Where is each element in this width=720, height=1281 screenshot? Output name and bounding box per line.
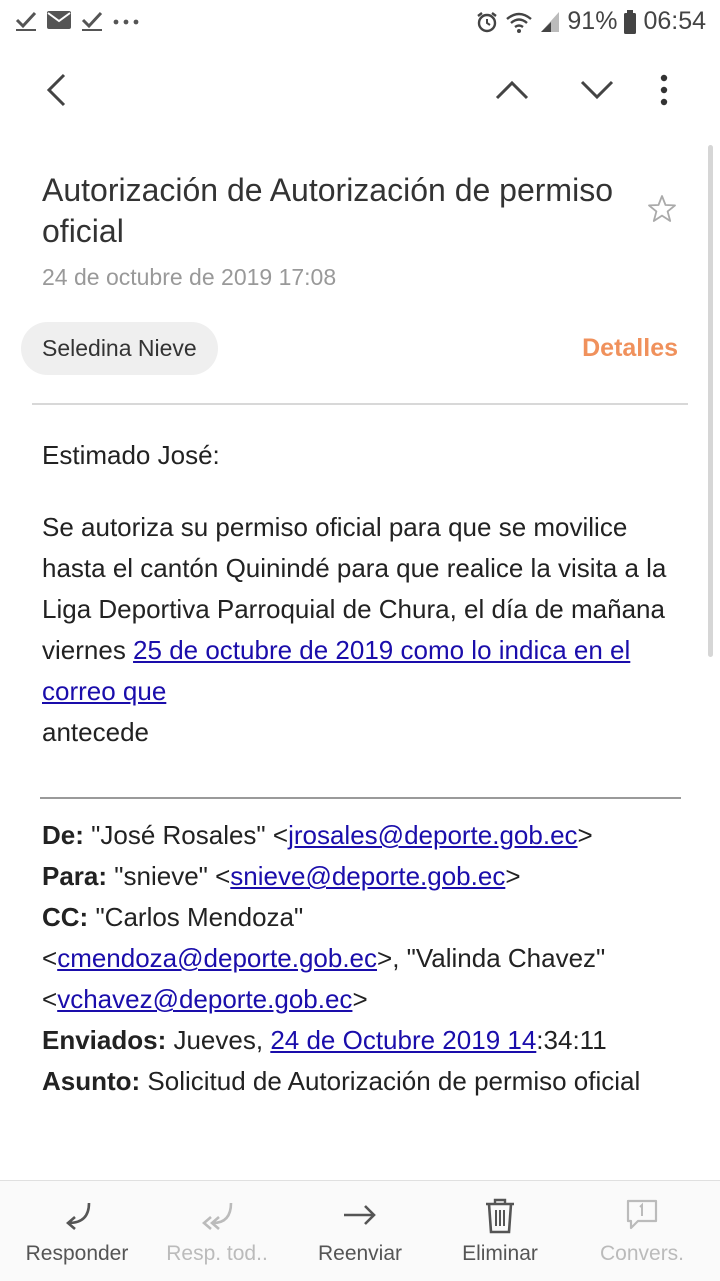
mail-icon xyxy=(46,9,72,31)
status-bar: 91% 06:54 xyxy=(0,0,720,44)
sender-chip[interactable]: Seledina Nieve xyxy=(21,322,218,375)
more-options-button[interactable] xyxy=(632,60,696,124)
more-icon xyxy=(112,8,140,32)
notification-icons xyxy=(14,8,140,32)
chevron-up-icon xyxy=(495,79,529,106)
subject-line: Asunto: Solicitud de Autorización de per… xyxy=(42,1061,682,1102)
quote-separator xyxy=(40,797,681,799)
forward-button[interactable]: Reenviar xyxy=(288,1181,432,1281)
scrollbar[interactable] xyxy=(708,145,713,657)
cc-label: CC: xyxy=(42,902,89,932)
alarm-icon xyxy=(475,10,499,34)
previous-email-button[interactable] xyxy=(480,60,544,124)
greeting: Estimado José: xyxy=(42,440,220,470)
favorite-star-button[interactable] xyxy=(646,193,678,230)
delete-label: Eliminar xyxy=(462,1242,538,1265)
to-email-link[interactable]: snieve@deporte.gob.ec xyxy=(230,861,505,891)
cc-email-link-1[interactable]: cmendoza@deporte.gob.ec xyxy=(57,943,377,973)
sent-line: Enviados: Jueves, 24 de Octubre 2019 14:… xyxy=(42,1020,682,1061)
to-name: "snieve" < xyxy=(107,861,231,891)
cc-name: "Carlos Mendoza" xyxy=(88,902,304,932)
battery-percent: 91% xyxy=(567,7,618,35)
next-email-button[interactable] xyxy=(565,60,629,124)
sent-suffix: :34:11 xyxy=(536,1025,607,1055)
from-name: "José Rosales" < xyxy=(83,820,289,850)
body-tail: antecede xyxy=(42,717,149,747)
back-button[interactable] xyxy=(24,60,88,124)
from-line: De: "José Rosales" <jrosales@deporte.gob… xyxy=(42,820,593,850)
email-date: 24 de octubre de 2019 17:08 xyxy=(42,264,337,290)
to-line: Para: "snieve" <snieve@deporte.gob.ec> xyxy=(42,861,521,891)
reply-button[interactable]: Responder xyxy=(5,1181,149,1281)
from-email-link[interactable]: jrosales@deporte.gob.ec xyxy=(288,820,577,850)
sent-date-link[interactable]: 24 de Octubre 2019 14 xyxy=(270,1025,536,1055)
star-icon xyxy=(646,195,678,229)
forward-icon xyxy=(342,1197,378,1238)
divider xyxy=(32,403,688,405)
quoted-headers: De: "José Rosales" <jrosales@deporte.gob… xyxy=(42,815,682,1102)
reply-icon xyxy=(59,1197,95,1238)
bottom-action-bar: Responder Resp. tod.. Reenviar Eliminar … xyxy=(0,1180,720,1281)
body-paragraph: Se autoriza su permiso oficial para que … xyxy=(42,507,682,753)
more-vertical-icon xyxy=(659,74,669,111)
cc-middle: >, "Valinda Chavez" xyxy=(377,943,606,973)
conversation-button[interactable]: Convers. xyxy=(570,1181,714,1281)
reply-all-button[interactable]: Resp. tod.. xyxy=(145,1181,289,1281)
subject-label: Asunto: xyxy=(42,1066,141,1096)
to-label: Para: xyxy=(42,861,108,891)
wifi-icon xyxy=(505,10,533,34)
sent-label: Enviados: xyxy=(42,1025,167,1055)
reply-label: Responder xyxy=(25,1242,129,1265)
reply-all-icon xyxy=(197,1197,237,1238)
conversation-label: Convers. xyxy=(599,1242,685,1265)
battery-icon xyxy=(623,9,637,35)
cc-line: CC: "Carlos Mendoza" <cmendoza@deporte.go… xyxy=(42,902,606,1014)
clock: 06:54 xyxy=(643,7,706,35)
from-label: De: xyxy=(42,820,84,850)
signal-icon xyxy=(539,10,561,34)
forward-label: Reenviar xyxy=(317,1242,403,1265)
details-link[interactable]: Detalles xyxy=(582,334,678,363)
system-status: 91% 06:54 xyxy=(475,7,706,36)
email-body: Estimado José: Se autoriza su permiso of… xyxy=(42,435,682,753)
cc-email-link-2[interactable]: vchavez@deporte.gob.ec xyxy=(57,984,352,1014)
reply-all-label: Resp. tod.. xyxy=(166,1242,268,1265)
chevron-left-icon xyxy=(44,72,68,113)
email-toolbar xyxy=(0,60,720,124)
subject-value: Solicitud de Autorización de permiso ofi… xyxy=(140,1066,641,1096)
check-icon xyxy=(14,8,38,32)
chevron-down-icon xyxy=(580,79,614,106)
sent-prefix: Jueves, xyxy=(166,1025,271,1055)
trash-icon xyxy=(484,1197,516,1240)
delete-button[interactable]: Eliminar xyxy=(428,1181,572,1281)
check-icon xyxy=(80,8,104,32)
email-subject: Autorización de Autorización de permiso … xyxy=(42,172,613,249)
conversation-icon xyxy=(624,1197,660,1238)
